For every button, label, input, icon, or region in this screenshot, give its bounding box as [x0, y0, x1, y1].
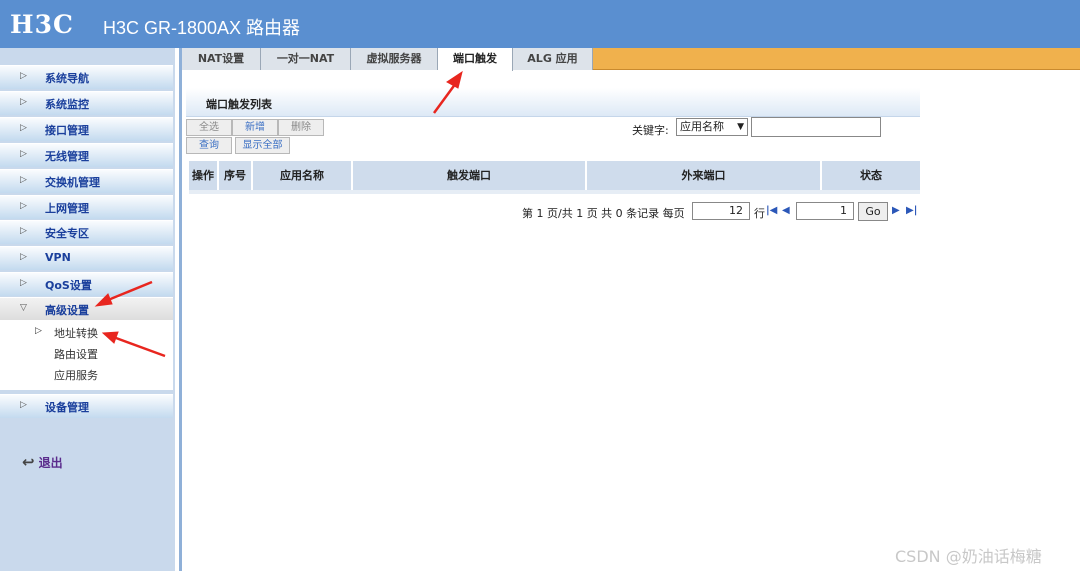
- column-header: 操作: [189, 161, 219, 190]
- table-footer-bar: [189, 190, 920, 194]
- show-all-button[interactable]: 显示全部: [235, 137, 290, 154]
- sidebar-item-label: 系统监控: [45, 98, 89, 111]
- keyword-input[interactable]: [751, 117, 881, 137]
- logout-icon: ↩: [22, 453, 35, 471]
- first-page-icon[interactable]: |◀: [766, 205, 777, 216]
- sidebar-item-switch-management[interactable]: ▷ 交换机管理: [0, 169, 173, 193]
- keyword-label: 关键字:: [632, 124, 669, 137]
- list-title: 端口触发列表: [206, 98, 272, 111]
- keyword-field-select[interactable]: 应用名称 ▼: [676, 118, 748, 136]
- sidebar-item-system-monitor[interactable]: ▷ 系统监控: [0, 91, 173, 115]
- keyword-select-value: 应用名称: [680, 120, 724, 133]
- collapse-arrow-icon: ▽: [20, 303, 27, 313]
- page-number-input[interactable]: 1: [796, 202, 854, 220]
- sidebar-item-label: 设备管理: [45, 401, 89, 414]
- submenu-item-address-translation[interactable]: 地址转换: [54, 325, 98, 341]
- watermark: CSDN @奶油话梅糖: [895, 547, 1042, 566]
- tab-nat-settings[interactable]: NAT设置: [182, 48, 261, 70]
- sidebar-item-label: 接口管理: [45, 124, 89, 137]
- expand-arrow-icon: ▷: [20, 97, 27, 107]
- sidebar-item-label: 交换机管理: [45, 176, 100, 189]
- select-all-button[interactable]: 全选: [186, 119, 232, 136]
- expand-arrow-icon: ▷: [20, 252, 27, 262]
- selected-arrow-icon: ▷: [35, 326, 42, 336]
- sidebar-item-system-navigation[interactable]: ▷ 系统导航: [0, 65, 173, 89]
- tab-virtual-server[interactable]: 虚拟服务器: [351, 48, 438, 70]
- advanced-settings-submenu: ▷ 地址转换 路由设置 应用服务: [0, 320, 173, 390]
- sidebar-item-label: QoS设置: [45, 279, 92, 292]
- sidebar-item-vpn[interactable]: ▷ VPN: [0, 246, 173, 270]
- add-button[interactable]: 新增: [232, 119, 278, 136]
- sidebar-item-label: 上网管理: [45, 202, 89, 215]
- prev-page-icon[interactable]: ◀: [782, 205, 790, 216]
- sidebar-item-security[interactable]: ▷ 安全专区: [0, 220, 173, 244]
- sidebar-item-label: 高级设置: [45, 304, 89, 317]
- sidebar-item-internet-management[interactable]: ▷ 上网管理: [0, 195, 173, 219]
- submenu-item-routing[interactable]: 路由设置: [54, 346, 98, 362]
- sidebar-item-advanced-settings[interactable]: ▽ 高级设置: [0, 297, 173, 321]
- port-trigger-table: 操作 序号 应用名称 触发端口 外来端口 状态: [189, 161, 920, 190]
- submenu-item-app-service[interactable]: 应用服务: [54, 367, 98, 383]
- main-content: 端口触发列表 全选 新增 删除 查询 显示全部 关键字: 应用名称 ▼ 操作 序…: [182, 71, 1080, 571]
- sidebar-item-wireless-management[interactable]: ▷ 无线管理: [0, 143, 173, 167]
- column-header: 状态: [822, 161, 920, 190]
- expand-arrow-icon: ▷: [20, 123, 27, 133]
- sidebar-item-interface-management[interactable]: ▷ 接口管理: [0, 117, 173, 141]
- product-title: H3C GR-1800AX 路由器: [103, 18, 301, 38]
- expand-arrow-icon: ▷: [20, 175, 27, 185]
- tab-port-trigger[interactable]: 端口触发: [438, 48, 513, 71]
- per-page-unit: 行: [754, 207, 765, 220]
- sidebar-item-label: 无线管理: [45, 150, 89, 163]
- per-page-input[interactable]: 12: [692, 202, 750, 220]
- list-title-bar: 端口触发列表: [186, 88, 920, 117]
- query-button[interactable]: 查询: [186, 137, 232, 154]
- sidebar-item-label: VPN: [45, 251, 71, 264]
- expand-arrow-icon: ▷: [20, 226, 27, 236]
- sidebar: ▷ 系统导航 ▷ 系统监控 ▷ 接口管理 ▷ 无线管理 ▷ 交换机管理 ▷ 上网…: [0, 48, 175, 571]
- delete-button[interactable]: 删除: [278, 119, 324, 136]
- app-header: H3C H3C GR-1800AX 路由器: [0, 0, 1080, 48]
- logout-label: 退出: [38, 456, 63, 470]
- expand-arrow-icon: ▷: [20, 149, 27, 159]
- pagination: 第 1 页/共 1 页 共 0 条记录 每页 12 行 |◀ ◀ 1 Go ▶ …: [182, 202, 1080, 222]
- expand-arrow-icon: ▷: [20, 201, 27, 211]
- column-header: 序号: [219, 161, 253, 190]
- expand-arrow-icon: ▷: [20, 278, 27, 288]
- next-page-icon[interactable]: ▶: [892, 205, 900, 216]
- column-header: 应用名称: [253, 161, 353, 190]
- last-page-icon[interactable]: ▶|: [906, 205, 917, 216]
- logout-link[interactable]: ↩ 退出: [22, 453, 63, 471]
- sidebar-item-device-management[interactable]: ▷ 设备管理: [0, 394, 173, 418]
- pager-summary: 第 1 页/共 1 页 共 0 条记录 每页: [522, 207, 685, 220]
- chevron-down-icon: ▼: [737, 122, 744, 132]
- sidebar-item-label: 安全专区: [45, 227, 89, 240]
- go-button[interactable]: Go: [858, 202, 888, 221]
- sidebar-item-qos[interactable]: ▷ QoS设置: [0, 272, 173, 296]
- column-header: 触发端口: [353, 161, 587, 190]
- tab-bar: NAT设置 一对一NAT 虚拟服务器 端口触发 ALG 应用: [182, 48, 1080, 71]
- column-header: 外来端口: [587, 161, 822, 190]
- h3c-logo: H3C: [10, 10, 74, 39]
- expand-arrow-icon: ▷: [20, 400, 27, 410]
- expand-arrow-icon: ▷: [20, 71, 27, 81]
- tab-alg-application[interactable]: ALG 应用: [513, 48, 593, 70]
- sidebar-item-label: 系统导航: [45, 72, 89, 85]
- tab-one-to-one-nat[interactable]: 一对一NAT: [261, 48, 351, 70]
